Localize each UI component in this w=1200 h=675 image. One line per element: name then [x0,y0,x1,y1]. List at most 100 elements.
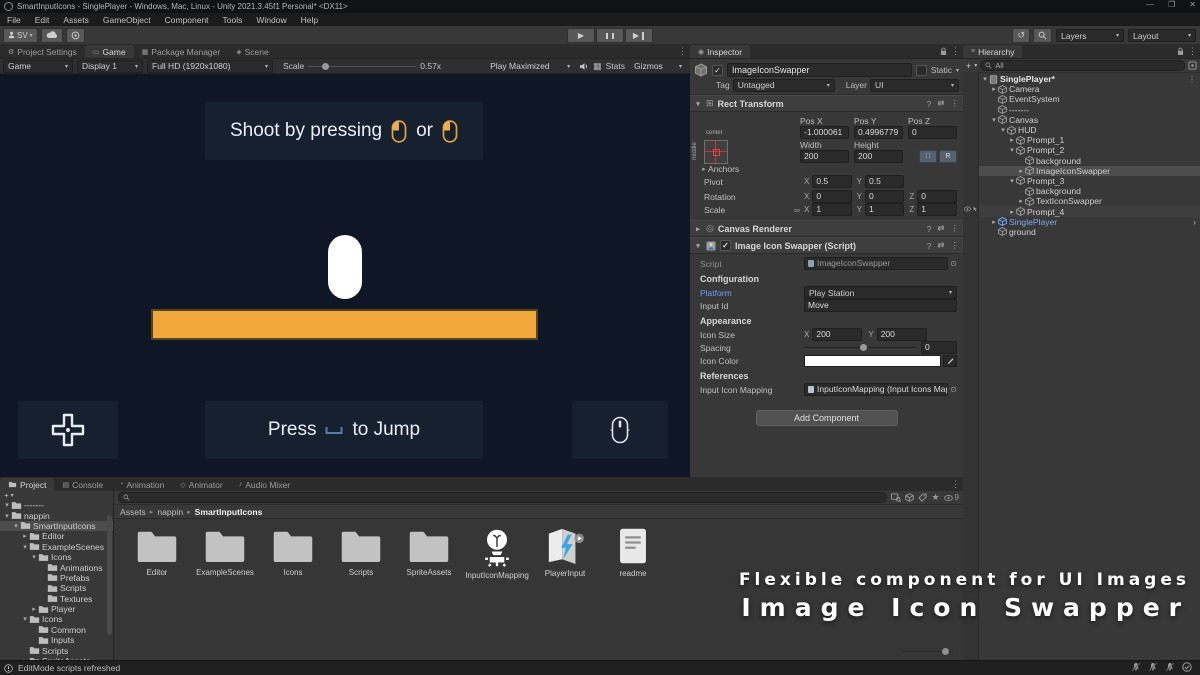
expand-arrow-icon[interactable]: ▸ [990,85,998,93]
hierarchy-item-ground[interactable]: ground [979,227,1200,237]
package-icon[interactable] [905,493,915,502]
save-search-star-icon[interactable]: ★ [931,492,939,503]
raw-edit-mode-button[interactable]: R [939,150,957,163]
project-folder-common[interactable]: Common [0,625,113,635]
project-folder-icons[interactable]: ▾ Icons [0,614,113,624]
active-checkbox[interactable]: ✓ [712,64,723,76]
kebab-menu-icon[interactable]: ⋮ [951,223,960,234]
expand-arrow-icon[interactable]: ▸ [700,165,708,173]
bottom-tab-audio-mixer[interactable]: ♪ Audio Mixer [231,478,298,491]
expand-arrow-icon[interactable]: ▾ [1008,177,1016,185]
asset-scripts[interactable]: Scripts [328,527,394,580]
asset-inputiconmapping[interactable]: InputIconMapping [464,527,530,580]
search-by-label-icon[interactable] [918,493,928,502]
hierarchy-item-camera[interactable]: ▸ Camera [979,84,1200,94]
menu-tools[interactable]: Tools [216,15,250,25]
expand-arrow-icon[interactable]: ▾ [1008,146,1016,154]
asset-icons[interactable]: Icons [260,527,326,580]
bottom-tab-project[interactable]: Project [0,478,55,491]
add-component-button[interactable]: Add Component [755,410,898,426]
tab-hierarchy[interactable]: ≡ Hierarchy [963,45,1023,58]
asset-readme[interactable]: readme [600,527,666,580]
kebab-menu-icon[interactable]: ⋮ [951,98,960,109]
prefab-open-chevron[interactable]: › [1193,217,1196,227]
anchors-foldout[interactable]: Anchors [708,164,739,174]
layers-dropdown[interactable]: Layers ▾ [1056,29,1124,42]
minimize-button[interactable]: — [1146,0,1154,9]
project-search-input[interactable] [118,492,888,503]
maximize-button[interactable]: ❐ [1168,0,1175,9]
project-folder-nappin[interactable]: ▾ nappin [0,510,113,521]
project-folder-item[interactable]: ▾ ------- [0,500,113,510]
spacing-slider[interactable] [804,342,916,353]
view-tab-game[interactable]: ▭ Game [84,45,134,58]
game-mode-dropdown[interactable]: Game ▾ [3,59,73,73]
asset-playerinput[interactable]: PlayerInput [532,527,598,580]
menu-file[interactable]: File [0,15,28,25]
pivot-y-field[interactable]: 0.5 [865,175,905,188]
project-folder-icons[interactable]: ▾ Icons [0,552,113,562]
expand-arrow-icon[interactable]: ▸ [30,605,38,613]
project-folder-editor[interactable]: ▸ Editor [0,531,113,541]
cache-disabled-icon[interactable] [1148,662,1158,672]
platform-dropdown[interactable]: Play Station ▾ [804,286,957,299]
eyedropper-icon[interactable] [943,354,957,367]
menu-assets[interactable]: Assets [56,15,96,25]
scale-slider[interactable] [308,61,417,72]
anchor-preset-widget[interactable] [704,140,728,164]
project-folder-scripts[interactable]: Scripts [0,583,113,593]
account-button[interactable]: SV ▾ [3,27,38,43]
expand-arrow-icon[interactable]: ▸ [1008,136,1016,144]
menu-help[interactable]: Help [294,15,325,25]
resolution-dropdown[interactable]: Full HD (1920x1080) ▾ [147,59,273,73]
expand-arrow-icon[interactable]: ▾ [999,126,1007,134]
play-maximized-dropdown[interactable]: Play Maximized ▾ [485,60,575,73]
undo-history-button[interactable]: ↺ [1012,28,1030,43]
asset-editor[interactable]: Editor [124,527,190,580]
gizmos-dropdown[interactable]: Gizmos ▾ [629,60,687,73]
link-scale-icon[interactable]: ∞ [794,205,800,215]
width-field[interactable]: 200 [800,150,849,163]
expand-arrow-icon[interactable]: ▸ [1017,197,1025,205]
scene-pickability-icon[interactable] [972,206,978,212]
hierarchy-item-item[interactable]: ------- [979,105,1200,115]
hierarchy-item-texticonswapper[interactable]: ▸ TextIconSwapper [979,196,1200,206]
expand-arrow-icon[interactable]: ▾ [3,501,11,509]
static-dropdown-caret[interactable]: ▾ [956,67,959,74]
scene-visibility-icon[interactable] [964,206,971,212]
status-message[interactable]: EditMode scripts refreshed [18,663,120,673]
scale-x-field[interactable]: 1 [812,203,852,216]
pivot-x-field[interactable]: 0.5 [812,175,852,188]
project-folder-smartinputicons[interactable]: ▾ SmartInputIcons [0,520,113,532]
help-icon[interactable]: ? [927,241,932,251]
lock-icon[interactable] [1177,47,1184,56]
hierarchy-item-hud[interactable]: ▾ HUD [979,125,1200,135]
canvas-renderer-header[interactable]: ▸ ◎ Canvas Renderer ? ⇄ ⋮ [690,220,963,237]
hierarchy-item-eventsystem[interactable]: EventSystem [979,94,1200,104]
object-picker-icon[interactable]: ⊙ [950,385,957,394]
rotation-x-field[interactable]: 0 [812,190,852,203]
pause-button[interactable] [596,28,624,43]
expand-arrow-icon[interactable]: ▸ [1017,167,1025,175]
asset-spriteassets[interactable]: SpriteAssets [396,527,462,580]
project-folder-player[interactable]: ▸ Player [0,604,113,614]
create-caret[interactable]: ▾ [974,62,977,69]
project-tree-scrollbar[interactable] [107,515,112,635]
script-object-field[interactable]: ImageIconSwapper [804,257,949,270]
rotation-y-field[interactable]: 0 [865,190,905,203]
tab-inspector[interactable]: ◉ Inspector [690,45,751,58]
cloud-button[interactable] [40,27,63,43]
kebab-menu-icon[interactable]: ⋮ [951,479,960,490]
play-button[interactable]: ▶ [567,28,595,43]
layer-dropdown[interactable]: UI ▾ [869,78,959,92]
thumbnail-zoom-slider[interactable] [901,647,953,655]
stats-button[interactable]: Stats [606,61,625,71]
component-enabled-checkbox[interactable]: ✓ [720,240,731,251]
mute-audio-icon[interactable] [579,62,589,71]
presets-icon[interactable]: ⇄ [937,240,944,251]
project-folder-inputs[interactable]: Inputs [0,635,113,645]
kebab-menu-icon[interactable]: ⋮ [951,240,960,251]
expand-arrow-icon[interactable]: ▸ [21,532,29,540]
hierarchy-item-imageiconswapper[interactable]: ▸ ImageIconSwapper [979,165,1200,176]
expand-arrow-icon[interactable]: ▾ [981,75,989,83]
